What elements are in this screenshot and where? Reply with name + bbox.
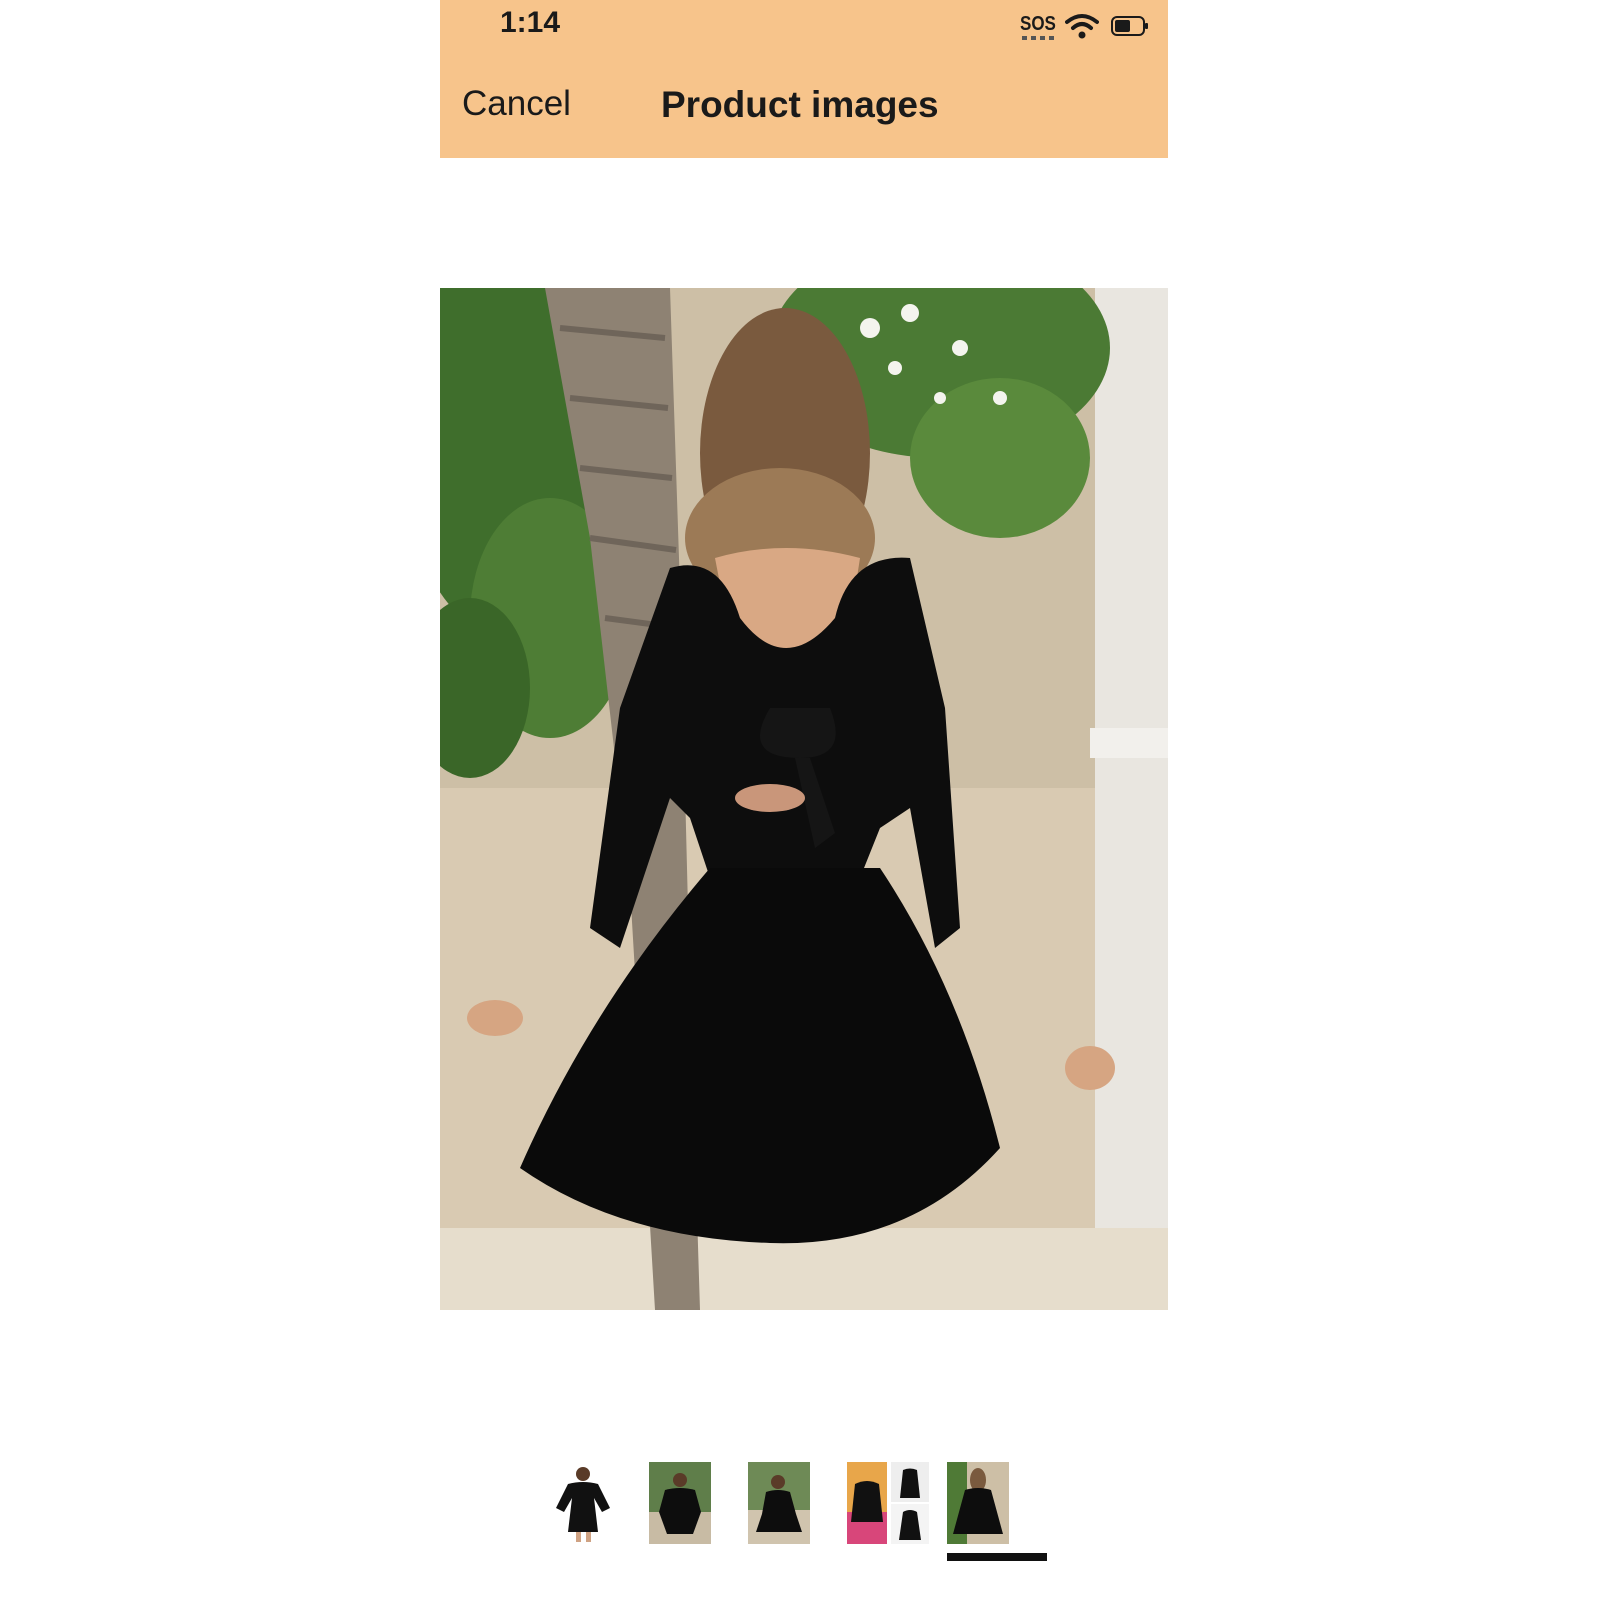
thumbnail-image bbox=[847, 1462, 929, 1544]
thumbnail-1[interactable] bbox=[548, 1462, 618, 1544]
thumbnail-5[interactable] bbox=[947, 1462, 1009, 1544]
selected-thumbnail-indicator bbox=[947, 1553, 1047, 1561]
page-title: Product images bbox=[661, 84, 939, 125]
phone-screen: 1:14 SOS Cancel Product images bbox=[440, 0, 1168, 1600]
wifi-icon bbox=[1065, 14, 1099, 39]
thumbnail-image bbox=[548, 1462, 618, 1544]
status-time: 1:14 bbox=[500, 6, 561, 39]
thumbnail-strip bbox=[440, 1462, 1168, 1561]
thumbnail-image bbox=[649, 1462, 711, 1544]
battery-icon bbox=[1111, 16, 1148, 36]
cancel-button[interactable]: Cancel bbox=[462, 84, 571, 124]
signal-dots-icon bbox=[1022, 36, 1054, 40]
thumbnail-image bbox=[748, 1462, 810, 1544]
thumbnail-3[interactable] bbox=[748, 1462, 810, 1544]
header-bar: 1:14 SOS Cancel Product images bbox=[440, 0, 1168, 158]
thumbnail-2[interactable] bbox=[649, 1462, 711, 1544]
thumbnail-image bbox=[947, 1462, 1009, 1544]
sos-indicator: SOS bbox=[1020, 13, 1056, 35]
product-main-image[interactable] bbox=[440, 288, 1168, 1310]
product-photo bbox=[440, 288, 1168, 1310]
thumbnail-4[interactable] bbox=[847, 1462, 929, 1544]
